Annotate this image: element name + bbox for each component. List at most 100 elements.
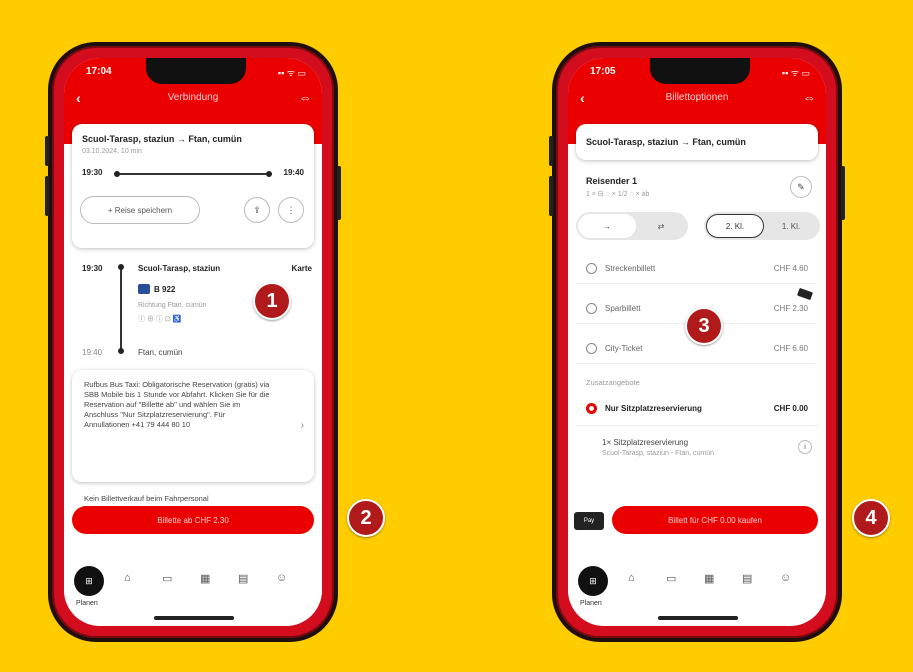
bus-line: B 922 <box>154 285 176 294</box>
route-title: Scuol-Tarasp, staziun → Ftan, cumün <box>82 134 242 144</box>
ticket-price: CHF 2.30 <box>773 304 808 313</box>
vehicle-info-icons: Ⓘ ⊕ ⓘ ⊡ ♿ <box>138 316 182 323</box>
tab-bar: ⊞ Planen ⌂ ▭ ▦ ▤ ☺ <box>64 556 322 626</box>
traveller-sub: 1 × ⊟ ◌ × 1/2 ◌ × ab <box>586 191 650 198</box>
reservation-detail: 1× Sitzplatzreservierung Scuol-Tarasp, s… <box>576 430 818 472</box>
radio-button[interactable] <box>586 263 597 274</box>
swap-icon[interactable]: ⇔ <box>803 90 816 105</box>
more-options-icon[interactable]: ⋮ <box>278 197 304 223</box>
ticket-price: CHF 4.60 <box>773 264 808 273</box>
ticket-icon[interactable]: ▭ <box>666 572 676 585</box>
home-indicator <box>154 616 234 620</box>
chevron-right-icon: › <box>300 420 304 431</box>
tab-bar: ⊞ Planen ⌂ ▭ ▦ ▤ ☺ <box>568 556 826 626</box>
radio-button[interactable] <box>586 303 597 314</box>
ticket-icon[interactable]: ▭ <box>162 572 172 585</box>
connection-summary-card: Scuol-Tarasp, staziun → Ftan, cumün 03.1… <box>72 124 314 248</box>
notch <box>650 58 750 84</box>
info-card[interactable]: Rufbus Bus Taxi: Obligatorische Reservat… <box>72 370 314 482</box>
one-way-option[interactable]: → <box>578 214 636 238</box>
profile-icon[interactable]: ☺ <box>276 572 287 584</box>
route-card: Scuol-Tarasp, staziun → Ftan, cumün <box>576 124 818 160</box>
reservation-route: Scuol-Tarasp, staziun - Ftan, cumün <box>602 450 715 457</box>
power-button <box>337 166 341 220</box>
stop1-name: Scuol-Tarasp, staziun <box>138 264 221 273</box>
step-badge-3: 3 <box>685 307 723 345</box>
step-badge-4: 4 <box>852 499 890 537</box>
home-icon[interactable]: ⌂ <box>628 572 635 584</box>
yellow-background: 17:04 ▪▪ ᯤ ▭ ‹ Verbindung ⇔ Scuol-Tarasp… <box>0 0 913 672</box>
route-line <box>120 268 122 352</box>
date-line: 03.10.2024, 10 min <box>82 148 142 155</box>
radio-button[interactable] <box>586 343 597 354</box>
home-indicator <box>658 616 738 620</box>
reservation-detail-label: 1× Sitzplatzreservierung <box>602 438 689 447</box>
power-button <box>841 166 845 220</box>
swap-icon[interactable]: ⇔ <box>299 90 312 105</box>
tickets-from-button[interactable]: Billette ab CHF 2.30 <box>72 506 314 534</box>
traveller-label: Reisender 1 <box>586 176 638 186</box>
direction: Richtung Ftan, cumün <box>138 302 207 309</box>
route-title: Scuol-Tarasp, staziun → Ftan, cumün <box>586 137 746 147</box>
home-icon[interactable]: ⌂ <box>124 572 131 584</box>
no-sale-info: Kein Billettverkauf beim Fahrpersonal <box>84 494 209 503</box>
reservation-row[interactable]: Nur Sitzplatzreservierung CHF 0.00 <box>576 392 818 426</box>
volume-button <box>549 136 553 166</box>
radio-button-selected[interactable] <box>586 403 597 414</box>
class-toggle: 2. Kl. 1. Kl. <box>704 212 820 240</box>
timeline-start-dot <box>114 171 120 177</box>
page-title: Verbindung <box>167 92 219 103</box>
qr-icon[interactable]: ▦ <box>704 572 714 585</box>
share-icon[interactable]: ⇪ <box>244 197 270 223</box>
status-icons: ▪▪ ᯤ ▭ <box>277 68 306 78</box>
ticket-price: CHF 6.60 <box>773 344 808 353</box>
plan-tab-label: Planen <box>76 600 98 607</box>
wallet-icon[interactable]: ▤ <box>238 572 248 585</box>
volume-button <box>549 176 553 216</box>
step-badge-1: 1 <box>253 282 291 320</box>
reservation-label: Nur Sitzplatzreservierung <box>605 404 702 413</box>
ticket-name: City-Ticket <box>605 344 643 353</box>
wallet-icon[interactable]: ▤ <box>742 572 752 585</box>
extras-header: Zusatzangebote <box>586 378 640 387</box>
volume-button <box>45 176 49 216</box>
stop-dot <box>118 348 124 354</box>
payment-card-icon[interactable]: Pay <box>574 512 604 530</box>
ticket-option-row[interactable]: Streckenbillett CHF 4.60 <box>576 254 818 284</box>
step-badge-2: 2 <box>347 499 385 537</box>
stop2-time: 19:40 <box>82 348 103 357</box>
timeline-end-dot <box>266 171 272 177</box>
stop2-name: Ftan, cumün <box>138 348 183 357</box>
arrival-time: 19:40 <box>283 168 304 177</box>
save-trip-button[interactable]: + Reise speichern <box>80 196 200 224</box>
bus-icon <box>138 284 150 294</box>
plan-tab-icon[interactable]: ⊞ <box>74 566 104 596</box>
status-time: 17:05 <box>590 66 616 77</box>
ticket-name: Streckenbillett <box>605 264 656 273</box>
first-class-option[interactable]: 1. Kl. <box>764 214 818 238</box>
second-class-option[interactable]: 2. Kl. <box>706 214 764 238</box>
plus-icon: + <box>107 205 115 215</box>
qr-icon[interactable]: ▦ <box>200 572 210 585</box>
page-title: Billettoptionen <box>665 92 729 103</box>
plan-tab-icon[interactable]: ⊞ <box>578 566 608 596</box>
stop1-time: 19:30 <box>82 264 103 273</box>
phone-left: 17:04 ▪▪ ᯤ ▭ ‹ Verbindung ⇔ Scuol-Tarasp… <box>45 42 341 642</box>
edit-pencil-icon[interactable]: ✎ <box>790 176 812 198</box>
map-link[interactable]: Karte <box>292 264 312 273</box>
buy-ticket-button[interactable]: Billett für CHF 0.00 kaufen <box>612 506 818 534</box>
journey-timeline <box>116 173 270 175</box>
info-icon[interactable]: i <box>798 440 812 454</box>
rufbus-info: Rufbus Bus Taxi: Obligatorische Reservat… <box>84 380 270 429</box>
volume-button <box>45 136 49 166</box>
profile-icon[interactable]: ☺ <box>780 572 791 584</box>
return-option[interactable]: ⇄ <box>636 214 686 238</box>
reservation-price: CHF 0.00 <box>773 404 808 413</box>
status-icons: ▪▪ ᯤ ▭ <box>781 68 810 78</box>
notch <box>146 58 246 84</box>
save-trip-label: Reise speichern <box>114 205 173 215</box>
screen-left: 17:04 ▪▪ ᯤ ▭ ‹ Verbindung ⇔ Scuol-Tarasp… <box>64 58 322 626</box>
stop-dot <box>118 264 124 270</box>
status-time: 17:04 <box>86 66 112 77</box>
trip-type-toggle: → ⇄ <box>576 212 688 240</box>
